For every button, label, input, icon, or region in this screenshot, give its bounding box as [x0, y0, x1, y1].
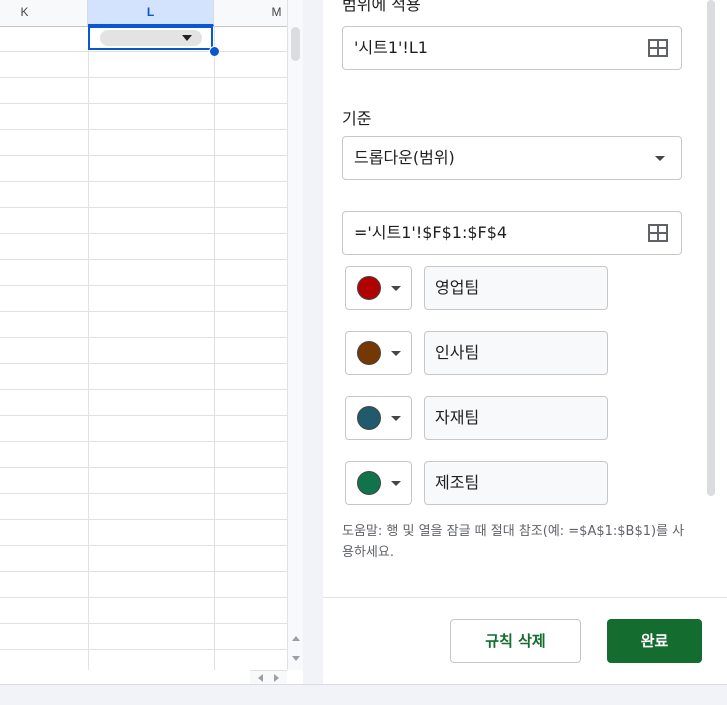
grid-row-line: [0, 155, 287, 156]
item-value: 인사팀: [435, 343, 480, 362]
scroll-up-icon[interactable]: [292, 636, 300, 641]
scroll-right-icon[interactable]: [274, 674, 279, 682]
column-header-l[interactable]: L: [88, 0, 214, 26]
grid-row-line: [0, 233, 287, 234]
spreadsheet-grid[interactable]: K L M: [0, 0, 287, 670]
scroll-left-icon[interactable]: [258, 674, 263, 682]
criteria-select[interactable]: 드롭다운(범위): [342, 136, 682, 180]
apply-range-label: 범위에 적용: [342, 0, 421, 14]
item-color-button[interactable]: [345, 461, 412, 505]
cell-grid[interactable]: [0, 26, 287, 670]
color-swatch-icon: [357, 276, 381, 300]
done-button[interactable]: 완료: [607, 619, 702, 663]
item-color-button[interactable]: [345, 331, 412, 375]
bottom-bar: [0, 684, 727, 705]
chevron-down-icon: [391, 416, 401, 421]
scrollbar-thumb[interactable]: [291, 27, 300, 61]
help-text: 도움말: 행 및 열을 잠글 때 절대 참조(예: =$A$1:$B$1)를 사…: [342, 524, 685, 560]
divider: [323, 597, 727, 598]
grid-row-line: [0, 311, 287, 312]
item-color-button[interactable]: [345, 266, 412, 310]
chevron-down-icon: [391, 286, 401, 291]
item-value: 영업팀: [435, 278, 480, 297]
grid-row-line: [0, 389, 287, 390]
item-input[interactable]: 제조팀: [424, 461, 608, 505]
item-input[interactable]: 자재팀: [424, 396, 608, 440]
grid-row-line: [0, 51, 287, 52]
chevron-down-icon: [391, 481, 401, 486]
grid-row-line: [0, 77, 287, 78]
panel-gutter: [303, 0, 323, 684]
column-header-k[interactable]: K: [0, 0, 88, 26]
item-value: 자재팀: [435, 408, 480, 427]
range-value: '시트1'!L1: [354, 38, 428, 57]
item-value: 제조팀: [435, 473, 480, 492]
chevron-down-icon: [391, 351, 401, 356]
color-swatch-icon: [357, 406, 381, 430]
grid-row-line: [0, 493, 287, 494]
range-field[interactable]: '시트1'!L1: [342, 26, 682, 70]
source-range-field[interactable]: ='시트1'!$F$1:$F$4: [342, 211, 682, 255]
column-header-m[interactable]: M: [214, 0, 287, 26]
grid-row-line: [0, 337, 287, 338]
grid-row-line: [0, 441, 287, 442]
sheet-vertical-scrollbar[interactable]: [287, 0, 304, 670]
grid-row-line: [0, 181, 287, 182]
source-range-value: ='시트1'!$F$1:$F$4: [354, 223, 508, 242]
grid-row-line: [0, 545, 287, 546]
chip-arrow-down-icon: [182, 35, 192, 41]
dropdown-chip[interactable]: [100, 30, 202, 46]
criteria-value: 드롭다운(범위): [354, 148, 455, 167]
grid-row-line: [0, 623, 287, 624]
data-validation-panel: 범위에 적용 '시트1'!L1 기준 드롭다운(범위) ='시트1'!$F$1:…: [323, 0, 727, 684]
criteria-label: 기준: [342, 109, 372, 128]
grid-row-line: [0, 259, 287, 260]
grid-row-line: [0, 467, 287, 468]
select-range-icon[interactable]: [648, 39, 668, 57]
grid-row-line: [0, 103, 287, 104]
panel-scrollbar[interactable]: [707, 0, 715, 496]
grid-row-line: [0, 285, 287, 286]
grid-row-line: [0, 207, 287, 208]
item-color-button[interactable]: [345, 396, 412, 440]
item-input[interactable]: 인사팀: [424, 331, 608, 375]
grid-row-line: [0, 597, 287, 598]
color-swatch-icon: [357, 471, 381, 495]
grid-column-line: [88, 26, 89, 670]
select-source-range-icon[interactable]: [648, 224, 668, 242]
scroll-down-icon[interactable]: [292, 656, 300, 661]
grid-row-line: [0, 129, 287, 130]
item-input[interactable]: 영업팀: [424, 266, 608, 310]
grid-row-line: [0, 363, 287, 364]
color-swatch-icon: [357, 341, 381, 365]
column-headers: K L M: [0, 0, 287, 27]
grid-row-line: [0, 571, 287, 572]
grid-row-line: [0, 519, 287, 520]
delete-rule-button[interactable]: 규칙 삭제: [450, 619, 581, 663]
grid-row-line: [0, 649, 287, 650]
chevron-down-icon: [655, 156, 665, 161]
grid-row-line: [0, 415, 287, 416]
grid-column-line: [214, 26, 215, 670]
sheet-horizontal-scroll: [250, 670, 287, 685]
fill-handle[interactable]: [209, 46, 220, 57]
